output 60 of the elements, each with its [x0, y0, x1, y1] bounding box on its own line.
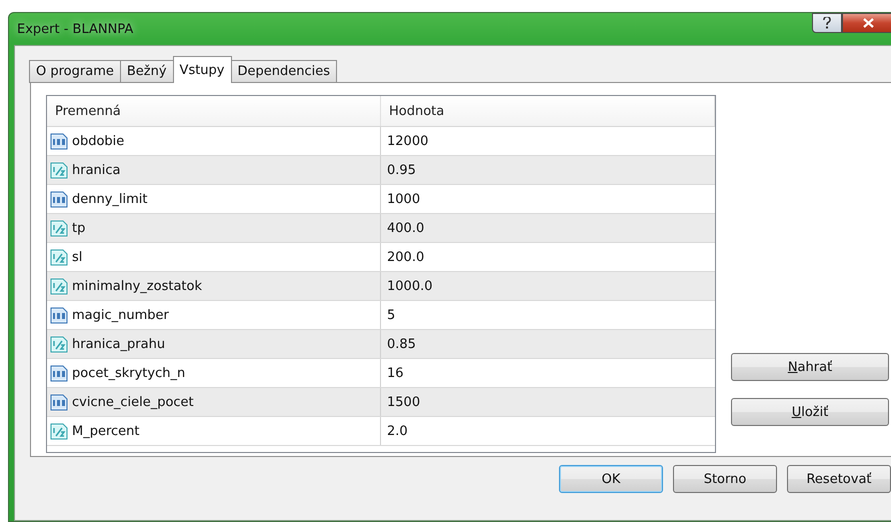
column-header[interactable]: Premenná [47, 96, 381, 126]
variable-name: M_percent [72, 424, 140, 438]
load-button[interactable]: Nahrať [731, 353, 889, 381]
value-cell[interactable]: 0.95 [381, 156, 715, 184]
table-row[interactable]: hranica_prahu 0.85 [47, 330, 715, 359]
table-row[interactable]: tp 400.0 [47, 214, 715, 243]
value-cell[interactable]: 1000.0 [381, 272, 715, 300]
value-cell[interactable]: 0.85 [381, 330, 715, 358]
tab[interactable]: Vstupy [172, 56, 232, 83]
integer-type-icon [50, 394, 68, 410]
variable-name: magic_number [72, 308, 169, 322]
variable-name: hranica_prahu [72, 336, 166, 352]
window-title: Expert - BLANNPA [17, 22, 134, 36]
variable-name: cvicne_ciele_pocet [72, 394, 194, 410]
table-row[interactable]: M_percent 2.0 [47, 417, 715, 446]
fraction-type-icon [50, 336, 68, 352]
tab[interactable]: O programe [29, 60, 121, 83]
fraction-type-icon [50, 278, 68, 294]
value-cell[interactable]: 16 [381, 359, 715, 387]
table-row[interactable]: magic_number 5 [47, 301, 715, 330]
tab[interactable]: Dependencies [230, 60, 338, 83]
help-button[interactable] [812, 13, 842, 33]
variable-name: minimalny_zostatok [72, 278, 202, 294]
close-button[interactable] [842, 13, 891, 33]
dialog-button[interactable]: OK [559, 465, 663, 493]
table-row[interactable]: sl 200.0 [47, 243, 715, 272]
table-row[interactable]: pocet_skrytych_n 16 [47, 359, 715, 388]
value-cell[interactable]: 400.0 [381, 214, 715, 242]
variable-name: denny_limit [72, 192, 148, 206]
table-row[interactable]: obdobie 12000 [47, 127, 715, 156]
variable-name: pocet_skrytych_n [72, 366, 186, 380]
fraction-type-icon [50, 162, 68, 178]
dialog-button[interactable]: Storno [673, 465, 777, 493]
integer-type-icon [50, 364, 68, 382]
value-cell[interactable]: 5 [381, 301, 715, 329]
variable-name: obdobie [72, 134, 124, 148]
integer-type-icon [50, 306, 68, 324]
value-cell[interactable]: 1500 [381, 388, 715, 416]
fraction-type-icon [50, 220, 68, 236]
table-row[interactable]: denny_limit 1000 [47, 185, 715, 214]
variable-name: hranica [72, 162, 121, 178]
variable-name: tp [72, 220, 86, 236]
variable-name: sl [72, 250, 82, 264]
integer-type-icon [50, 190, 68, 208]
fraction-type-icon [50, 422, 68, 440]
integer-type-icon [50, 132, 68, 150]
fraction-type-icon [50, 248, 68, 266]
save-button[interactable]: Uložiť [731, 398, 889, 426]
close-icon [862, 18, 874, 28]
column-header[interactable]: Hodnota [381, 96, 715, 126]
table-row[interactable]: hranica 0.95 [47, 156, 715, 185]
table-row[interactable]: cvicne_ciele_pocet 1500 [47, 388, 715, 417]
dialog-button[interactable]: Resetovať [787, 465, 891, 493]
tab[interactable]: Bežný [120, 60, 174, 83]
value-cell[interactable]: 12000 [381, 127, 715, 155]
table-row[interactable]: minimalny_zostatok 1000.0 [47, 272, 715, 301]
value-cell[interactable]: 1000 [381, 185, 715, 213]
value-cell[interactable]: 2.0 [381, 417, 715, 445]
help-icon [823, 17, 831, 29]
value-cell[interactable]: 200.0 [381, 243, 715, 271]
